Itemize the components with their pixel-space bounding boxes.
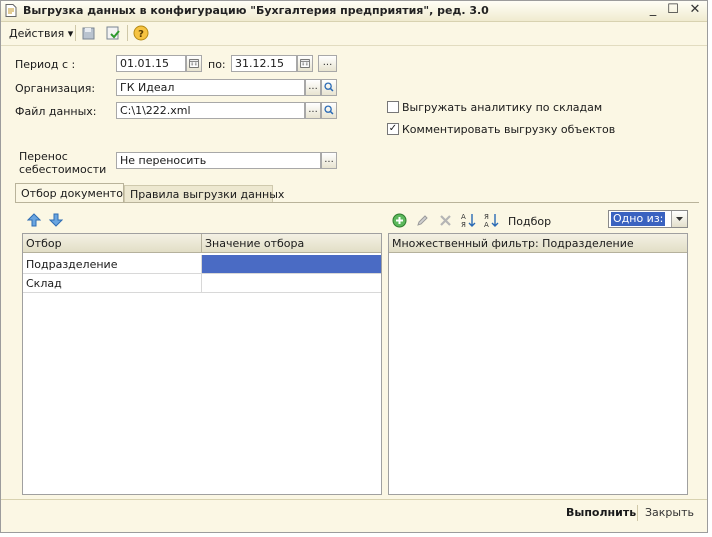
filter-value-cell-selected[interactable] bbox=[202, 255, 381, 274]
dropdown-button[interactable] bbox=[671, 211, 687, 227]
column-header-filter[interactable]: Отбор bbox=[23, 234, 202, 253]
document-icon bbox=[5, 4, 17, 17]
tab-document-filter[interactable]: Отбор документов bbox=[15, 183, 129, 203]
edit-icon[interactable] bbox=[415, 213, 430, 228]
cost-transfer-label-line1: Перенос bbox=[19, 150, 68, 163]
search-icon[interactable] bbox=[321, 79, 337, 96]
chevron-down-icon bbox=[676, 217, 683, 221]
title-bar: Выгрузка данных в конфигурацию "Бухгалте… bbox=[1, 1, 707, 22]
svg-text:Я: Я bbox=[484, 213, 489, 221]
warehouse-analytics-label: Выгружать аналитику по складам bbox=[402, 101, 603, 114]
search-icon[interactable] bbox=[321, 102, 337, 119]
svg-text:?: ? bbox=[138, 29, 144, 40]
calendar-icon[interactable] bbox=[186, 55, 202, 72]
sort-descending-icon[interactable]: Я A bbox=[483, 212, 499, 229]
organization-label: Организация: bbox=[15, 82, 96, 95]
filter-table: Отбор Значение отбора Подразделение Скла… bbox=[22, 233, 382, 495]
organization-input[interactable]: ГК Идеал bbox=[116, 79, 305, 96]
add-icon[interactable] bbox=[392, 213, 407, 228]
actions-menu[interactable]: Действия ▾ bbox=[9, 27, 73, 40]
save-settings-icon[interactable] bbox=[81, 25, 97, 41]
organization-select-button[interactable]: ... bbox=[305, 79, 321, 96]
period-select-button[interactable]: ... bbox=[318, 55, 337, 72]
maximize-button[interactable]: ☐ bbox=[665, 3, 681, 18]
svg-text:A: A bbox=[484, 221, 489, 229]
arrow-up-icon[interactable] bbox=[27, 213, 41, 227]
period-from-input[interactable]: 01.01.15 bbox=[116, 55, 186, 72]
select-button[interactable]: Подбор bbox=[508, 215, 551, 228]
comment-export-checkbox[interactable]: ✓ bbox=[387, 123, 399, 135]
filter-name-cell[interactable]: Склад bbox=[23, 274, 202, 293]
window-title: Выгрузка данных в конфигурацию "Бухгалте… bbox=[23, 4, 489, 17]
column-header-filter-value[interactable]: Значение отбора bbox=[202, 234, 381, 253]
close-form-button[interactable]: Закрыть bbox=[645, 506, 694, 519]
bottom-bar: Выполнить Закрыть bbox=[1, 499, 707, 525]
export-window: Выгрузка данных в конфигурацию "Бухгалте… bbox=[0, 0, 708, 533]
period-to-input[interactable]: 31.12.15 bbox=[231, 55, 297, 72]
multi-filter-table: Множественный фильтр: Подразделение bbox=[388, 233, 688, 495]
comment-export-label: Комментировать выгрузку объектов bbox=[402, 123, 616, 136]
data-file-label: Файл данных: bbox=[15, 105, 97, 118]
toolbar-separator bbox=[127, 25, 128, 41]
cost-transfer-label-line2: себестоимости bbox=[19, 163, 107, 176]
multi-filter-header: Множественный фильтр: Подразделение bbox=[389, 234, 687, 253]
cost-transfer-select-button[interactable]: ... bbox=[321, 152, 337, 169]
calendar-icon[interactable] bbox=[297, 55, 313, 72]
toolbar: Действия ▾ ? bbox=[1, 21, 707, 46]
delete-icon[interactable] bbox=[438, 213, 453, 228]
toolbar-separator bbox=[75, 25, 76, 41]
button-separator bbox=[637, 505, 638, 521]
filter-name-cell[interactable]: Подразделение bbox=[23, 255, 202, 274]
svg-text:A: A bbox=[461, 213, 466, 221]
filter-mode-value: Одно из: bbox=[611, 212, 666, 226]
minimize-button[interactable]: _ bbox=[645, 3, 661, 18]
data-file-input[interactable]: C:\1\222.xml bbox=[116, 102, 305, 119]
close-button[interactable]: ✕ bbox=[687, 3, 703, 18]
data-file-select-button[interactable]: ... bbox=[305, 102, 321, 119]
help-icon[interactable]: ? bbox=[133, 25, 149, 41]
warehouse-analytics-checkbox[interactable] bbox=[387, 101, 399, 113]
period-label: Период с : bbox=[15, 58, 76, 71]
tab-export-rules[interactable]: Правила выгрузки данных bbox=[124, 185, 284, 203]
sort-ascending-icon[interactable]: A Я bbox=[460, 212, 476, 229]
cost-transfer-input[interactable]: Не переносить bbox=[116, 152, 321, 169]
run-button[interactable]: Выполнить bbox=[566, 506, 636, 519]
restore-settings-icon[interactable] bbox=[105, 25, 121, 41]
period-to-label: по: bbox=[208, 58, 226, 71]
filter-value-cell[interactable] bbox=[202, 274, 381, 293]
filter-mode-dropdown[interactable]: Одно из: bbox=[608, 210, 688, 228]
svg-text:Я: Я bbox=[461, 221, 466, 229]
arrow-down-icon[interactable] bbox=[49, 213, 63, 227]
